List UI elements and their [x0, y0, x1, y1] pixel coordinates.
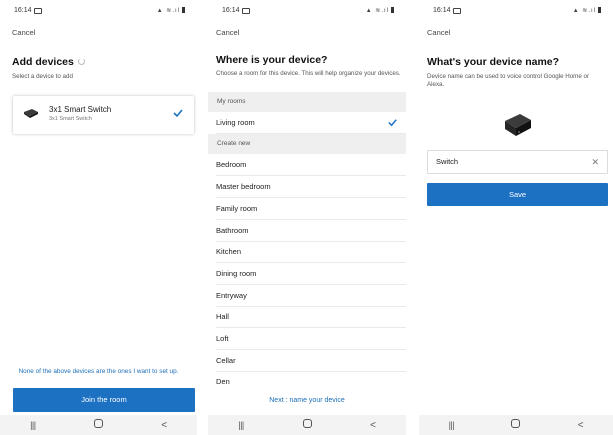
spinner-icon — [77, 58, 85, 65]
page-subtitle: Choose a room for this device. This will… — [216, 70, 401, 77]
next-name-device-link[interactable]: Next : name your device — [208, 397, 406, 404]
device-icon — [24, 109, 38, 118]
home-icon[interactable] — [83, 419, 113, 431]
room-row-living-room[interactable]: Living room — [216, 112, 406, 134]
room-row-cellar[interactable]: Cellar — [216, 350, 406, 372]
image-icon — [453, 8, 461, 14]
my-rooms-header: My rooms — [208, 92, 406, 112]
check-icon — [173, 109, 183, 118]
clear-icon[interactable]: ✕ — [591, 151, 599, 173]
device-name-value: Switch — [436, 157, 459, 166]
save-button[interactable]: Save — [427, 183, 608, 206]
system-nav-bar: ||| < — [0, 415, 197, 435]
recent-apps-icon[interactable]: ||| — [18, 420, 48, 430]
status-bar: 16:14 ▲ ≋.ıl — [216, 7, 398, 17]
status-icons: ▲ ≋.ıl — [157, 7, 185, 14]
room-row-family-room[interactable]: Family room — [216, 198, 406, 220]
page-title: Add devices — [12, 56, 85, 68]
room-label: Living room — [216, 118, 255, 127]
status-bar: 16:14 ▲ ≋.ıl — [427, 7, 605, 17]
screen-add-devices: 16:14 ▲ ≋.ıl Cancel Add devices Select a… — [0, 0, 197, 435]
system-nav-bar: ||| < — [208, 415, 406, 435]
room-row-dining-room[interactable]: Dining room — [216, 263, 406, 285]
room-row-loft[interactable]: Loft — [216, 328, 406, 350]
status-icons: ▲ ≋.ıl — [573, 7, 601, 14]
room-row-hall[interactable]: Hall — [216, 306, 406, 328]
system-nav-bar: ||| < — [419, 415, 613, 435]
screen-choose-room: 16:14 ▲ ≋.ıl Cancel Where is your device… — [208, 0, 406, 435]
device-icon — [505, 114, 531, 136]
room-row-bathroom[interactable]: Bathroom — [216, 220, 406, 242]
device-name-input[interactable]: Switch ✕ — [427, 150, 608, 174]
page-title: What's your device name? — [427, 56, 560, 68]
device-subtitle: 3x1 Smart Switch — [49, 116, 92, 122]
room-row-master-bedroom[interactable]: Master bedroom — [216, 176, 406, 198]
page-title-text: Add devices — [12, 56, 74, 68]
recent-apps-icon[interactable]: ||| — [226, 420, 256, 430]
status-time: 16:14 — [433, 7, 451, 14]
status-time: 16:14 — [222, 7, 240, 14]
room-row-den[interactable]: Den — [216, 371, 406, 393]
cancel-link[interactable]: Cancel — [216, 28, 239, 37]
screen-device-name: 16:14 ▲ ≋.ıl Cancel What's your device n… — [419, 0, 613, 435]
image-icon — [242, 8, 250, 14]
home-icon[interactable] — [501, 419, 531, 431]
join-room-button[interactable]: Join the room — [13, 388, 195, 412]
page-subtitle: Device name can be used to voice control… — [427, 73, 589, 88]
image-icon — [34, 8, 42, 14]
status-time: 16:14 — [14, 7, 32, 14]
recent-apps-icon[interactable]: ||| — [436, 420, 466, 430]
status-icons: ▲ ≋.ıl — [366, 7, 394, 14]
device-name: 3x1 Smart Switch — [49, 105, 112, 114]
create-new-header: Create new — [208, 134, 406, 154]
status-bar: 16:14 ▲ ≋.ıl — [8, 7, 189, 17]
check-icon — [388, 119, 397, 127]
page-subtitle: Select a device to add — [12, 73, 73, 80]
back-icon[interactable]: < — [358, 420, 388, 431]
home-icon[interactable] — [292, 419, 322, 431]
room-row-kitchen[interactable]: Kitchen — [216, 241, 406, 263]
cancel-link[interactable]: Cancel — [427, 28, 450, 37]
back-icon[interactable]: < — [149, 420, 179, 431]
none-of-above-link[interactable]: None of the above devices are the ones I… — [0, 368, 197, 375]
cancel-link[interactable]: Cancel — [12, 28, 35, 37]
device-card[interactable]: 3x1 Smart Switch 3x1 Smart Switch — [13, 96, 194, 134]
back-icon[interactable]: < — [566, 420, 596, 431]
room-row-bedroom[interactable]: Bedroom — [216, 154, 406, 176]
room-row-entryway[interactable]: Entryway — [216, 285, 406, 307]
page-title: Where is your device? — [216, 54, 328, 66]
